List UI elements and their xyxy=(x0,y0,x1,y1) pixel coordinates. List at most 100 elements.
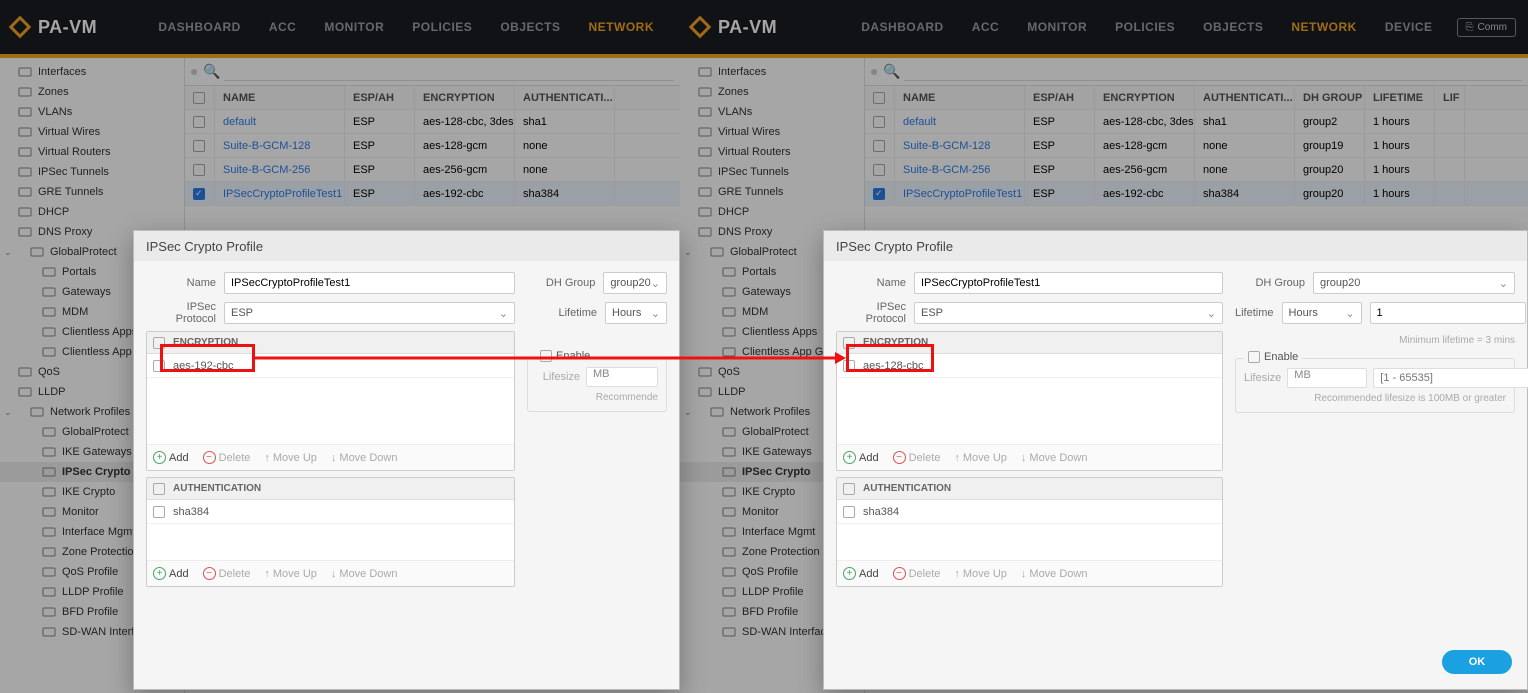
nav-tab-acc[interactable]: ACC xyxy=(255,0,311,54)
select-all[interactable] xyxy=(865,86,895,109)
select-all[interactable] xyxy=(185,86,215,109)
table-row[interactable]: defaultESPaes-128-cbc, 3dessha1group21 h… xyxy=(865,110,1528,134)
lifesize-value-input[interactable] xyxy=(1373,368,1528,388)
sidebar-item-interfaces[interactable]: Interfaces xyxy=(680,62,864,82)
table-row[interactable]: Suite-B-GCM-128ESPaes-128-gcmnone xyxy=(185,134,680,158)
select-all-checkbox[interactable] xyxy=(153,483,165,495)
sidebar-item-virtual-routers[interactable]: Virtual Routers xyxy=(0,142,184,162)
delete-button[interactable]: −Delete xyxy=(893,567,941,580)
auth-item[interactable]: sha384 xyxy=(837,500,1222,524)
sidebar-item-interfaces[interactable]: Interfaces xyxy=(0,62,184,82)
sidebar-item-ipsec-tunnels[interactable]: IPSec Tunnels xyxy=(680,162,864,182)
protocol-select[interactable]: ESP xyxy=(224,302,515,324)
movedown-button[interactable]: ↓ Move Down xyxy=(331,568,398,580)
table-row[interactable]: defaultESPaes-128-cbc, 3dessha1 xyxy=(185,110,680,134)
sidebar-item-virtual-wires[interactable]: Virtual Wires xyxy=(0,122,184,142)
sidebar-item-dhcp[interactable]: DHCP xyxy=(0,202,184,222)
sidebar-item-gre-tunnels[interactable]: GRE Tunnels xyxy=(680,182,864,202)
dhgroup-label: DH Group xyxy=(1235,277,1305,289)
lifetime-unit-select[interactable]: Hours xyxy=(605,302,667,324)
bfd-icon xyxy=(42,606,56,618)
moveup-button[interactable]: ↑ Move Up xyxy=(264,452,317,464)
name-input[interactable] xyxy=(224,272,515,294)
enable-checkbox[interactable] xyxy=(1248,351,1260,363)
table-row[interactable]: IPSecCryptoProfileTest1ESPaes-192-cbcsha… xyxy=(865,182,1528,206)
sidebar-item-zones[interactable]: Zones xyxy=(680,82,864,102)
ok-button[interactable]: OK xyxy=(1442,650,1512,674)
sidebar-item-virtual-wires[interactable]: Virtual Wires xyxy=(680,122,864,142)
select-all-checkbox[interactable] xyxy=(843,337,855,349)
item-checkbox[interactable] xyxy=(153,506,165,518)
table-row[interactable]: Suite-B-GCM-256ESPaes-256-gcmnonegroup20… xyxy=(865,158,1528,182)
name-input[interactable] xyxy=(914,272,1223,294)
moveup-button[interactable]: ↑ Move Up xyxy=(954,568,1007,580)
add-button[interactable]: +Add xyxy=(843,567,879,580)
nav-tab-monitor[interactable]: MONITOR xyxy=(1013,0,1101,54)
nav-tab-acc[interactable]: ACC xyxy=(958,0,1014,54)
nav-tab-network[interactable]: NETWORK xyxy=(575,0,669,54)
nav-tab-objects[interactable]: OBJECTS xyxy=(486,0,574,54)
nav-tab-dashboard[interactable]: DASHBOARD xyxy=(847,0,958,54)
nav-tab-policies[interactable]: POLICIES xyxy=(1101,0,1189,54)
table-row[interactable]: IPSecCryptoProfileTest1ESPaes-192-cbcsha… xyxy=(185,182,680,206)
lifetime-unit-select[interactable]: Hours xyxy=(1282,302,1362,324)
lifesize-unit-select[interactable]: MB xyxy=(1287,368,1367,388)
add-button[interactable]: +Add xyxy=(843,451,879,464)
sidebar-item-ipsec-tunnels[interactable]: IPSec Tunnels xyxy=(0,162,184,182)
sidebar-item-gre-tunnels[interactable]: GRE Tunnels xyxy=(0,182,184,202)
delete-button[interactable]: −Delete xyxy=(203,567,251,580)
select-all-checkbox[interactable] xyxy=(843,483,855,495)
sidebar-item-zones[interactable]: Zones xyxy=(0,82,184,102)
cell: sha384 xyxy=(1195,182,1295,205)
sidebar-label: Virtual Routers xyxy=(718,146,791,158)
search-input[interactable] xyxy=(904,63,1522,81)
row-checkbox[interactable] xyxy=(185,182,215,205)
dhgroup-select[interactable]: group20 xyxy=(603,272,667,294)
cell: aes-128-gcm xyxy=(1095,134,1195,157)
row-checkbox[interactable] xyxy=(865,110,895,133)
item-checkbox[interactable] xyxy=(843,506,855,518)
nav-tab-monitor[interactable]: MONITOR xyxy=(310,0,398,54)
lifesize-unit-select[interactable]: MB xyxy=(586,367,658,387)
sidebar-item-virtual-routers[interactable]: Virtual Routers xyxy=(680,142,864,162)
dhgroup-value: group20 xyxy=(1320,277,1360,289)
search-input[interactable] xyxy=(224,63,674,81)
movedown-button[interactable]: ↓ Move Down xyxy=(331,452,398,464)
sidebar-item-vlans[interactable]: VLANs xyxy=(680,102,864,122)
moveup-button[interactable]: ↑ Move Up xyxy=(264,568,317,580)
protocol-select[interactable]: ESP xyxy=(914,302,1223,324)
movedown-button[interactable]: ↓ Move Down xyxy=(1021,452,1088,464)
dhgroup-select[interactable]: group20 xyxy=(1313,272,1515,294)
encryption-item[interactable]: aes-192-cbc xyxy=(147,354,514,378)
nav-tab-policies[interactable]: POLICIES xyxy=(398,0,486,54)
sidebar-item-vlans[interactable]: VLANs xyxy=(0,102,184,122)
item-checkbox[interactable] xyxy=(843,360,855,372)
nav-tab-device[interactable]: DEVICE xyxy=(1371,0,1447,54)
row-checkbox[interactable] xyxy=(865,134,895,157)
sidebar-item-dhcp[interactable]: DHCP xyxy=(680,202,864,222)
delete-button[interactable]: −Delete xyxy=(893,451,941,464)
table-row[interactable]: Suite-B-GCM-256ESPaes-256-gcmnone xyxy=(185,158,680,182)
table-row[interactable]: Suite-B-GCM-128ESPaes-128-gcmnonegroup19… xyxy=(865,134,1528,158)
add-button[interactable]: +Add xyxy=(153,451,189,464)
nav-tab-dashboard[interactable]: DASHBOARD xyxy=(144,0,255,54)
commit-button[interactable]: ⎘ Comm xyxy=(1457,18,1516,37)
nav-tab-network[interactable]: NETWORK xyxy=(1277,0,1371,54)
row-checkbox[interactable] xyxy=(185,158,215,181)
enable-checkbox[interactable] xyxy=(540,350,552,362)
add-button[interactable]: +Add xyxy=(153,567,189,580)
auth-item[interactable]: sha384 xyxy=(147,500,514,524)
movedown-button[interactable]: ↓ Move Down xyxy=(1021,568,1088,580)
item-checkbox[interactable] xyxy=(153,360,165,372)
row-checkbox[interactable] xyxy=(865,182,895,205)
nav-tab-objects[interactable]: OBJECTS xyxy=(1189,0,1277,54)
row-checkbox[interactable] xyxy=(185,110,215,133)
chevron-down-icon: ⌄ xyxy=(684,407,692,418)
row-checkbox[interactable] xyxy=(865,158,895,181)
select-all-checkbox[interactable] xyxy=(153,337,165,349)
delete-button[interactable]: −Delete xyxy=(203,451,251,464)
encryption-item[interactable]: aes-128-cbc xyxy=(837,354,1222,378)
moveup-button[interactable]: ↑ Move Up xyxy=(954,452,1007,464)
row-checkbox[interactable] xyxy=(185,134,215,157)
lifetime-value-input[interactable] xyxy=(1370,302,1526,324)
